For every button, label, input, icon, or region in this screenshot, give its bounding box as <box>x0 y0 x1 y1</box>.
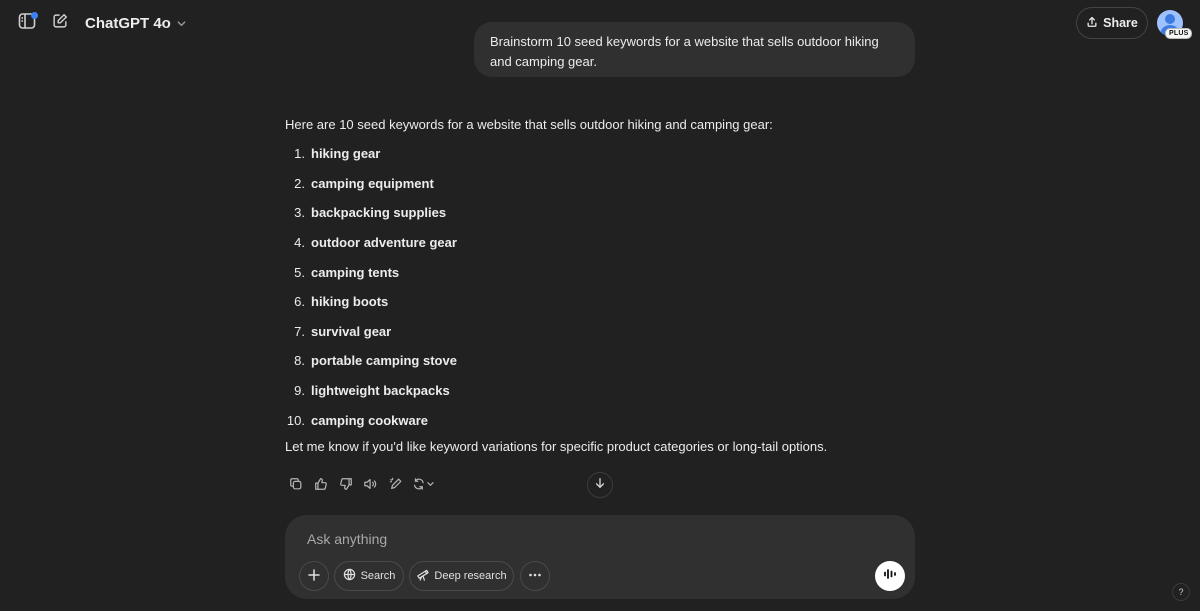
keyword: camping cookware <box>311 412 429 428</box>
item-number: 10. <box>286 412 305 428</box>
notification-dot <box>31 12 38 19</box>
scroll-to-bottom-button[interactable] <box>587 472 613 498</box>
read-aloud-icon <box>363 477 378 496</box>
plus-icon <box>307 568 321 585</box>
edit-in-canvas-button[interactable] <box>383 476 408 496</box>
search-button[interactable]: Search <box>334 561 404 591</box>
more-tools-button[interactable] <box>520 561 550 591</box>
item-number: 5. <box>294 264 305 280</box>
list-item: 10. camping cookware <box>285 405 915 435</box>
globe-icon <box>343 568 356 584</box>
keyword-list: 1. hiking gear 2. camping equipment 3. back… <box>285 139 915 435</box>
list-item: 6. hiking boots <box>285 287 915 317</box>
keyword: hiking boots <box>311 294 389 310</box>
new-chat-icon <box>51 12 69 35</box>
deep-research-label: Deep research <box>434 570 507 582</box>
keyword: portable camping stove <box>311 353 457 369</box>
list-item: 9. lightweight backpacks <box>285 376 915 406</box>
message-actions <box>283 476 440 496</box>
attach-button[interactable] <box>299 561 329 591</box>
keyword: outdoor adventure gear <box>311 235 457 251</box>
list-item: 2. camping equipment <box>285 169 915 199</box>
list-item: 4. outdoor adventure gear <box>285 228 915 258</box>
more-icon <box>528 568 542 585</box>
model-selector[interactable]: ChatGPT 4o <box>79 9 193 37</box>
item-number: 1. <box>294 146 305 162</box>
item-number: 3. <box>294 205 305 221</box>
copy-icon <box>289 477 303 496</box>
list-item: 1. hiking gear <box>285 139 915 169</box>
item-number: 6. <box>294 294 305 310</box>
item-number: 2. <box>294 175 305 191</box>
prompt-input[interactable] <box>307 529 867 549</box>
list-item: 8. portable camping stove <box>285 346 915 376</box>
share-label: Share <box>1103 16 1138 30</box>
thumbs-up-icon <box>314 477 328 496</box>
item-number: 8. <box>294 353 305 369</box>
composer: Search Deep research <box>285 515 915 599</box>
edit-in-canvas-icon <box>389 477 403 496</box>
user-message: Brainstorm 10 seed keywords for a websit… <box>474 22 915 77</box>
copy-button[interactable] <box>283 476 308 496</box>
thumbs-down-button[interactable] <box>333 476 358 496</box>
item-number: 4. <box>294 235 305 251</box>
list-item: 7. survival gear <box>285 317 915 347</box>
keyword: backpacking supplies <box>311 205 447 221</box>
keyword: camping tents <box>311 264 400 280</box>
model-name: ChatGPT 4o <box>85 14 171 32</box>
voice-waveform-icon <box>882 566 898 587</box>
help-button[interactable]: ? <box>1172 583 1190 601</box>
keyword: camping equipment <box>311 175 434 191</box>
voice-mode-button[interactable] <box>875 561 905 591</box>
deep-research-button[interactable]: Deep research <box>409 561 514 591</box>
item-number: 9. <box>294 383 305 399</box>
share-button[interactable]: Share <box>1076 7 1148 39</box>
assistant-intro: Here are 10 seed keywords for a website … <box>285 117 773 132</box>
list-item: 5. camping tents <box>285 257 915 287</box>
assistant-outro: Let me know if you'd like keyword variat… <box>285 438 828 454</box>
read-aloud-button[interactable] <box>358 476 383 496</box>
regenerate-button[interactable] <box>408 476 440 496</box>
thumbs-down-icon <box>339 477 353 496</box>
new-chat-button[interactable] <box>46 9 74 37</box>
keyword: lightweight backpacks <box>311 383 450 399</box>
thumbs-up-button[interactable] <box>308 476 333 496</box>
item-number: 7. <box>294 323 305 339</box>
share-icon <box>1086 16 1098 31</box>
chevron-down-icon <box>176 18 187 29</box>
search-label: Search <box>360 570 396 582</box>
arrow-down-icon <box>594 476 606 494</box>
keyword: hiking gear <box>311 146 381 162</box>
list-item: 3. backpacking supplies <box>285 198 915 228</box>
assistant-message: Here are 10 seed keywords for a website … <box>285 116 915 456</box>
regenerate-icon <box>412 477 436 496</box>
telescope-icon <box>416 568 430 584</box>
sidebar-toggle-button[interactable] <box>13 9 41 37</box>
keyword: survival gear <box>311 323 392 339</box>
profile-menu[interactable]: PLUS <box>1156 8 1193 40</box>
plan-badge: PLUS <box>1165 28 1193 39</box>
